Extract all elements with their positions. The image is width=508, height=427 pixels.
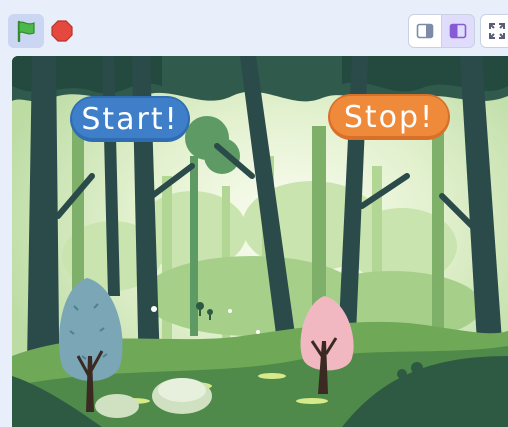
fullscreen-icon [488, 23, 505, 39]
fullscreen-button[interactable] [480, 14, 508, 48]
stop-sign-icon [51, 20, 73, 42]
stop-button[interactable] [48, 14, 76, 48]
start-button-label: Start! [81, 102, 178, 137]
small-stage-icon [416, 23, 434, 39]
stop-sprite[interactable]: Stop! [326, 92, 452, 142]
small-stage-button[interactable] [408, 14, 442, 48]
stop-button-shape: Stop! [328, 94, 450, 140]
normal-stage-icon [449, 23, 467, 39]
normal-stage-button[interactable] [441, 14, 475, 48]
stage-toolbar [0, 0, 508, 56]
green-flag-icon [17, 20, 35, 42]
stop-button-label: Stop! [344, 100, 434, 135]
green-flag-button[interactable] [8, 14, 44, 48]
start-sprite[interactable]: Start! [68, 94, 192, 144]
start-button-shape: Start! [70, 96, 190, 142]
stage[interactable]: Start! Stop! [12, 56, 508, 427]
